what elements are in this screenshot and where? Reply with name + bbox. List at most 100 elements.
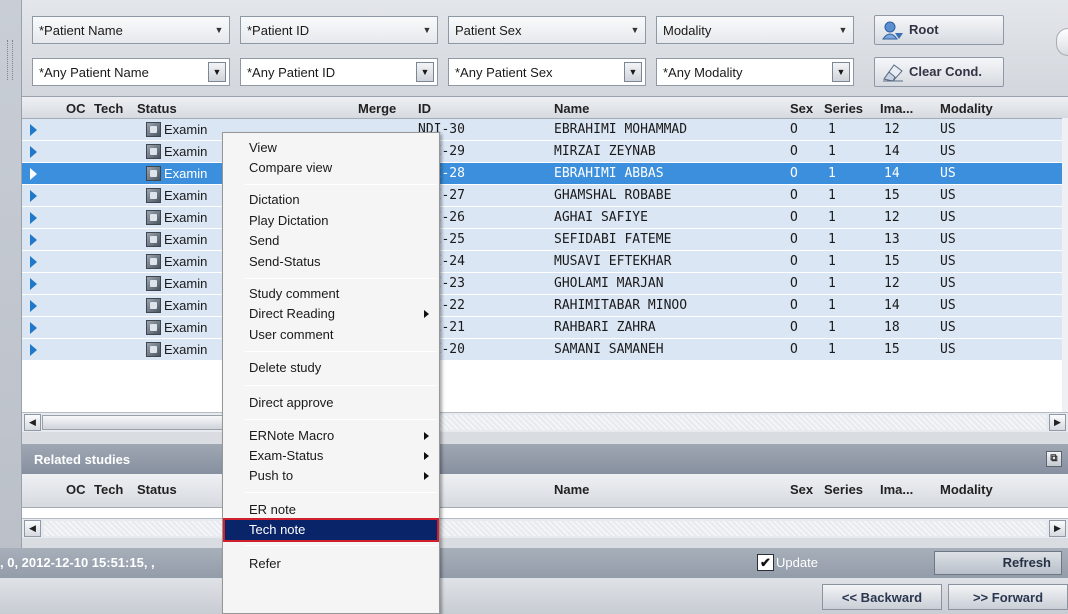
scroll-right-icon[interactable]: ▶ bbox=[1049, 414, 1066, 431]
patient-name-filter[interactable]: *Any Patient Name ▼ bbox=[32, 58, 230, 86]
dropdown-arrow-icon[interactable]: ▼ bbox=[417, 17, 437, 43]
dropdown-arrow-icon[interactable]: ▼ bbox=[416, 62, 434, 82]
row-expand-icon[interactable] bbox=[30, 322, 37, 334]
cell-series: 1 bbox=[828, 254, 836, 269]
menu-separator bbox=[245, 278, 437, 279]
filter-value: *Any Patient Sex bbox=[455, 65, 553, 80]
table-row[interactable]: Examin NDI-29 MIRZAI ZEYNAB O 1 14 US bbox=[22, 141, 1068, 163]
root-button[interactable]: Root bbox=[874, 15, 1004, 45]
table-row[interactable]: Examin NDI-20 SAMANI SAMANEH O 1 15 US bbox=[22, 339, 1068, 361]
related-horizontal-scrollbar[interactable]: ◀ ▶ bbox=[22, 518, 1068, 538]
filter-panel: *Patient Name ▼ *Patient ID ▼ Patient Se… bbox=[22, 0, 1068, 96]
menu-item-ernote-macro[interactable]: ERNote Macro bbox=[225, 426, 437, 446]
row-expand-icon[interactable] bbox=[30, 124, 37, 136]
table-row[interactable]: Examin NDI-25 SEFIDABI FATEME O 1 13 US bbox=[22, 229, 1068, 251]
table-row[interactable]: Examin NDI-24 MUSAVI EFTEKHAR O 1 15 US bbox=[22, 251, 1068, 273]
dropdown-arrow-icon[interactable]: ▼ bbox=[833, 17, 853, 43]
scroll-right-icon[interactable]: ▶ bbox=[1049, 520, 1066, 537]
column-header-modality[interactable]: Modality bbox=[940, 101, 993, 116]
table-row[interactable]: Examin NDI-23 GHOLAMI MARJAN O 1 12 US bbox=[22, 273, 1068, 295]
row-expand-icon[interactable] bbox=[30, 256, 37, 268]
column-header-sex[interactable]: Sex bbox=[790, 101, 813, 116]
menu-item-compare-view[interactable]: Compare view bbox=[225, 158, 437, 178]
column-header-name[interactable]: Name bbox=[554, 101, 589, 116]
menu-item-er-note[interactable]: ER note bbox=[225, 500, 437, 520]
column-header-id[interactable]: ID bbox=[418, 101, 431, 116]
column-header-images[interactable]: Ima... bbox=[880, 101, 913, 116]
menu-item-tech-note[interactable]: Tech note bbox=[223, 518, 439, 542]
scroll-track[interactable] bbox=[44, 521, 1046, 536]
row-expand-icon[interactable] bbox=[30, 300, 37, 312]
panel-toggle-icon[interactable]: ⧉ bbox=[1046, 451, 1062, 467]
menu-item-push-to[interactable]: Push to bbox=[225, 466, 437, 486]
menu-item-play-dictation[interactable]: Play Dictation bbox=[225, 211, 437, 231]
dropdown-arrow-icon[interactable]: ▼ bbox=[625, 17, 645, 43]
scroll-track[interactable] bbox=[432, 415, 1046, 430]
menu-item-study-comment[interactable]: Study comment bbox=[225, 284, 437, 304]
dropdown-arrow-icon[interactable]: ▼ bbox=[208, 62, 226, 82]
table-row[interactable]: Examin NDI-26 AGHAI SAFIYE O 1 12 US bbox=[22, 207, 1068, 229]
table-row[interactable]: Examin NDI-21 RAHBARI ZAHRA O 1 18 US bbox=[22, 317, 1068, 339]
menu-item-delete-study[interactable]: Delete study bbox=[225, 358, 437, 378]
backward-button[interactable]: << Backward bbox=[822, 584, 942, 610]
patient-id-field-selector[interactable]: *Patient ID ▼ bbox=[240, 16, 438, 44]
update-checkbox[interactable]: ✔ bbox=[757, 554, 774, 571]
menu-item-send-status[interactable]: Send-Status bbox=[225, 252, 437, 272]
column-header-tech[interactable]: Tech bbox=[94, 101, 123, 116]
column-header-status[interactable]: Status bbox=[137, 101, 177, 116]
row-expand-icon[interactable] bbox=[30, 234, 37, 246]
related-header-modality[interactable]: Modality bbox=[940, 482, 993, 497]
row-expand-icon[interactable] bbox=[30, 278, 37, 290]
menu-item-label: Push to bbox=[249, 468, 294, 483]
related-header-tech[interactable]: Tech bbox=[94, 482, 123, 497]
patient-sex-filter[interactable]: *Any Patient Sex ▼ bbox=[448, 58, 646, 86]
related-header-series[interactable]: Series bbox=[824, 482, 863, 497]
scroll-left-icon[interactable]: ◀ bbox=[24, 414, 41, 431]
patient-id-filter[interactable]: *Any Patient ID ▼ bbox=[240, 58, 438, 86]
study-status-icon bbox=[146, 122, 161, 137]
menu-item-dictation[interactable]: Dictation bbox=[225, 190, 437, 210]
column-header-merge[interactable]: Merge bbox=[358, 101, 396, 116]
column-header-series[interactable]: Series bbox=[824, 101, 863, 116]
splitter-grip[interactable] bbox=[7, 40, 13, 80]
menu-item-exam-status[interactable]: Exam-Status bbox=[225, 446, 437, 466]
patient-name-field-selector[interactable]: *Patient Name ▼ bbox=[32, 16, 230, 44]
related-header-status[interactable]: Status bbox=[137, 482, 177, 497]
row-expand-icon[interactable] bbox=[30, 344, 37, 356]
menu-item-direct-approve[interactable]: Direct approve bbox=[225, 393, 437, 413]
forward-button[interactable]: >> Forward bbox=[948, 584, 1068, 610]
menu-item-direct-reading[interactable]: Direct Reading bbox=[225, 304, 437, 324]
dropdown-arrow-icon[interactable]: ▼ bbox=[832, 62, 850, 82]
table-row[interactable]: Examin NDI-28 EBRAHIMI ABBAS O 1 14 US bbox=[22, 163, 1068, 185]
menu-separator bbox=[245, 385, 437, 386]
cell-images: 12 bbox=[884, 122, 900, 137]
dropdown-arrow-icon[interactable]: ▼ bbox=[209, 17, 229, 43]
related-header-sex[interactable]: Sex bbox=[790, 482, 813, 497]
column-header-oc[interactable]: OC bbox=[66, 101, 86, 116]
related-header-name[interactable]: Name bbox=[554, 482, 589, 497]
table-row[interactable]: Examin NDI-27 GHAMSHAL ROBABE O 1 15 US bbox=[22, 185, 1068, 207]
horizontal-scrollbar[interactable]: ◀ ▶ bbox=[22, 412, 1068, 432]
menu-item-refer[interactable]: Refer bbox=[225, 554, 437, 574]
row-expand-icon[interactable] bbox=[30, 212, 37, 224]
menu-separator bbox=[245, 184, 437, 185]
table-row[interactable]: Examin NDI-22 RAHIMITABAR MINOO O 1 14 US bbox=[22, 295, 1068, 317]
patient-sex-field-selector[interactable]: Patient Sex ▼ bbox=[448, 16, 646, 44]
table-row[interactable]: Examin NDI-30 EBRAHIMI MOHAMMAD O 1 12 US bbox=[22, 119, 1068, 141]
menu-item-user-comment[interactable]: User comment bbox=[225, 325, 437, 345]
clear-conditions-button[interactable]: Clear Cond. bbox=[874, 57, 1004, 87]
related-header-images[interactable]: Ima... bbox=[880, 482, 913, 497]
menu-item-view[interactable]: View bbox=[225, 138, 437, 158]
vertical-scrollbar[interactable] bbox=[1062, 118, 1068, 412]
row-expand-icon[interactable] bbox=[30, 190, 37, 202]
refresh-button[interactable]: Refresh bbox=[934, 551, 1062, 575]
related-header-oc[interactable]: OC bbox=[66, 482, 86, 497]
modality-field-selector[interactable]: Modality ▼ bbox=[656, 16, 854, 44]
modality-filter[interactable]: *Any Modality ▼ bbox=[656, 58, 854, 86]
scroll-left-icon[interactable]: ◀ bbox=[24, 520, 41, 537]
menu-item-send[interactable]: Send bbox=[225, 231, 437, 251]
row-expand-icon[interactable] bbox=[30, 168, 37, 180]
dropdown-arrow-icon[interactable]: ▼ bbox=[624, 62, 642, 82]
row-expand-icon[interactable] bbox=[30, 146, 37, 158]
status-bar: , 0, 2012-12-10 15:51:15, , ✔ Update Ref… bbox=[0, 548, 1068, 578]
